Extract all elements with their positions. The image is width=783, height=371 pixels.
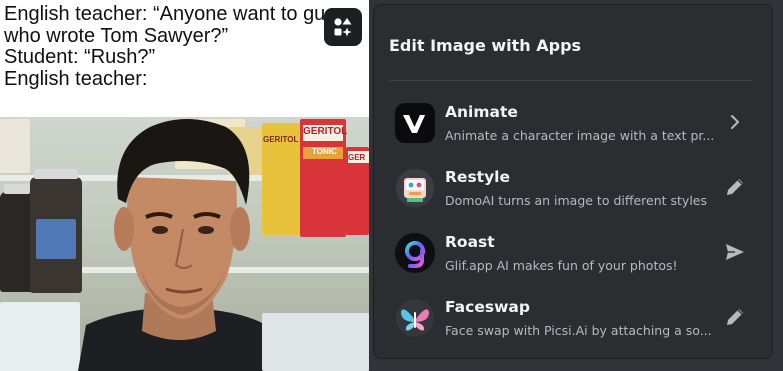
app-name: Animate [445,103,518,121]
edit-image-apps-panel: Edit Image with Apps Animate Animate a c… [373,4,773,359]
pencil-icon[interactable] [722,304,748,330]
divider [389,80,752,81]
apps-button[interactable] [324,8,362,46]
caption-line: English teacher: “Anyone want to gu [4,4,326,25]
app-name: Roast [445,233,495,251]
app-description: DomoAI turns an image to different style… [445,193,707,208]
panel-title: Edit Image with Apps [389,36,582,55]
roast-logo-icon [395,233,435,273]
meme-caption: English teacher: “Anyone want to gu who … [4,4,364,90]
pencil-icon[interactable] [722,174,748,200]
app-description: Animate a character image with a text pr… [445,128,715,143]
app-description: Glif.app AI makes fun of your photos! [445,258,678,273]
chevron-right-icon[interactable] [722,109,748,135]
app-item-roast[interactable]: Roast Glif.app AI makes fun of your phot… [386,227,762,283]
animate-logo-icon [395,103,435,143]
apps-icon [334,18,352,37]
app-name: Faceswap [445,298,530,316]
caption-line: who wrote Tom Sawyer?” [4,25,229,47]
restyle-logo-icon [395,168,435,208]
caption-line: Student: “Rush?” [4,47,156,68]
caption-line: English teacher: [4,68,148,90]
app-item-faceswap[interactable]: Faceswap Face swap with Picsi.Ai by atta… [386,292,762,348]
meme-image[interactable]: English teacher: “Anyone want to gu who … [0,0,369,371]
send-icon[interactable] [722,239,748,265]
pharmacy-photo: GERITOL GERITOL TONIC GER [0,117,369,371]
faceswap-logo-icon [395,298,435,338]
product-box [262,313,369,371]
app-item-restyle[interactable]: Restyle DomoAI turns an image to differe… [386,162,762,218]
app-name: Restyle [445,168,511,186]
app-item-animate[interactable]: Animate Animate a character image with a… [386,97,762,153]
app-description: Face swap with Picsi.Ai by attaching a s… [445,323,712,338]
